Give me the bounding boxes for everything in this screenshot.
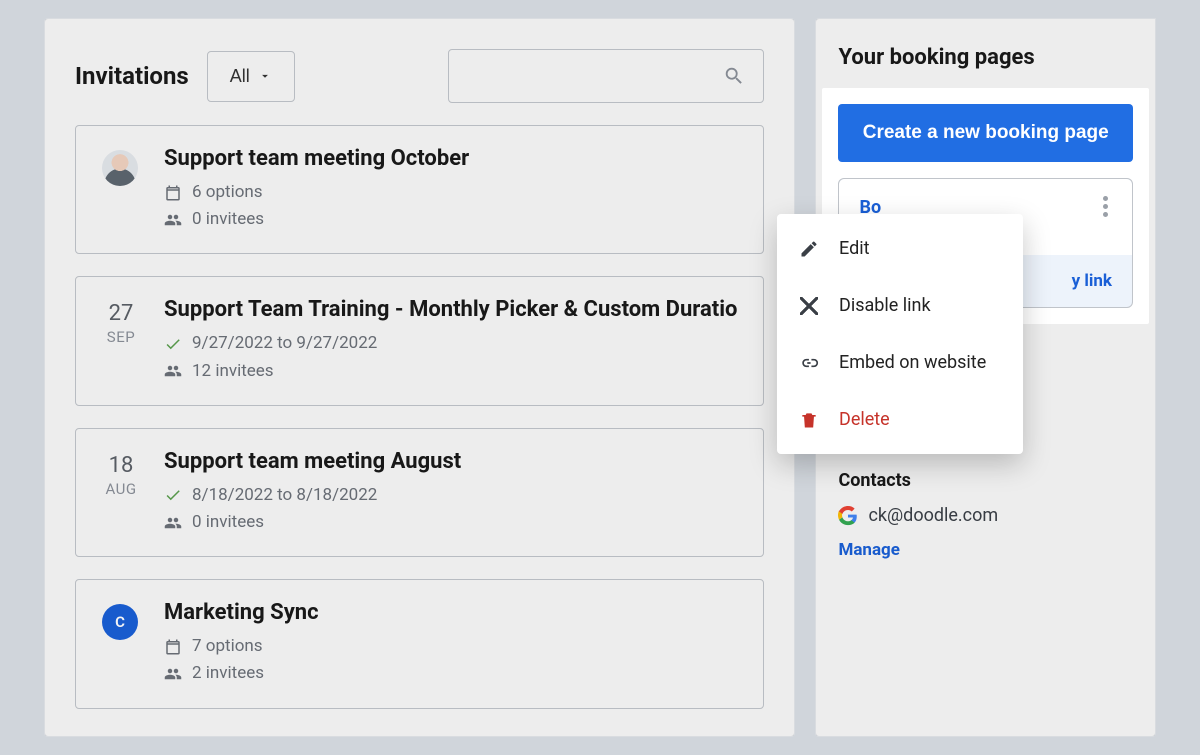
invitation-card[interactable]: 27 SEP Support Team Training - Monthly P…: [75, 276, 764, 405]
menu-label: Disable link: [839, 295, 931, 316]
copy-link-button[interactable]: y link: [1072, 271, 1112, 291]
avatar: C: [102, 604, 138, 640]
date-month: SEP: [102, 328, 140, 346]
contacts-section-title: Contacts: [838, 470, 1133, 491]
check-icon: [164, 335, 182, 353]
people-icon: [164, 665, 182, 683]
search-input[interactable]: [448, 49, 764, 103]
filter-label: All: [230, 66, 250, 87]
options-text: 7 options: [192, 633, 263, 660]
menu-item-edit[interactable]: Edit: [777, 220, 1023, 277]
date-month: AUG: [102, 480, 140, 498]
trash-icon: [799, 410, 819, 430]
date-day: 18: [102, 453, 140, 478]
invitations-panel: Invitations All Support team meeting Oct…: [44, 18, 795, 737]
menu-item-embed[interactable]: Embed on website: [777, 334, 1023, 391]
invitation-card[interactable]: 18 AUG Support team meeting August 8/18/…: [75, 428, 764, 557]
card-title: Support team meeting August: [164, 449, 737, 474]
people-icon: [164, 514, 182, 532]
card-title: Support team meeting October: [164, 146, 737, 171]
booking-panel: Your booking pages Create a new booking …: [815, 18, 1156, 737]
card-title: Support Team Training - Monthly Picker &…: [164, 297, 737, 322]
invitees-text: 0 invitees: [192, 509, 264, 536]
booking-pages-title: Your booking pages: [838, 45, 1133, 70]
booking-actions-menu: Edit Disable link Embed on website Delet…: [777, 214, 1023, 454]
invitation-card[interactable]: Support team meeting October 6 options 0…: [75, 125, 764, 254]
contacts-email: ck@doodle.com: [868, 505, 998, 526]
contacts-account-row: ck@doodle.com: [838, 505, 1133, 526]
date-range-text: 9/27/2022 to 9/27/2022: [192, 330, 377, 357]
people-icon: [164, 211, 182, 229]
filter-dropdown[interactable]: All: [207, 51, 295, 102]
menu-item-disable[interactable]: Disable link: [777, 277, 1023, 334]
chevron-down-icon: [258, 69, 272, 83]
calendar-icon: [164, 638, 182, 656]
invitees-text: 2 invitees: [192, 660, 264, 687]
date-range-text: 8/18/2022 to 8/18/2022: [192, 482, 377, 509]
card-title: Marketing Sync: [164, 600, 737, 625]
avatar: [102, 150, 138, 186]
menu-item-delete[interactable]: Delete: [777, 391, 1023, 448]
pencil-icon: [799, 239, 819, 259]
menu-label: Delete: [839, 409, 890, 430]
menu-label: Edit: [839, 238, 869, 259]
link-icon: [799, 353, 819, 373]
invitation-card[interactable]: C Marketing Sync 7 options 2 invitees: [75, 579, 764, 708]
options-text: 6 options: [192, 179, 263, 206]
avatar-letter: C: [115, 613, 125, 631]
create-booking-button[interactable]: Create a new booking page: [838, 104, 1133, 162]
date-day: 27: [102, 301, 140, 326]
invitees-text: 12 invitees: [192, 358, 274, 385]
invitations-title: Invitations: [75, 62, 189, 90]
google-icon: [838, 506, 858, 526]
menu-label: Embed on website: [839, 352, 986, 373]
close-icon: [799, 296, 819, 316]
check-icon: [164, 486, 182, 504]
calendar-icon: [164, 184, 182, 202]
search-icon: [723, 65, 745, 87]
manage-contacts-link[interactable]: Manage: [838, 540, 900, 560]
invitees-text: 0 invitees: [192, 206, 264, 233]
people-icon: [164, 362, 182, 380]
more-options-button[interactable]: [1092, 193, 1118, 219]
